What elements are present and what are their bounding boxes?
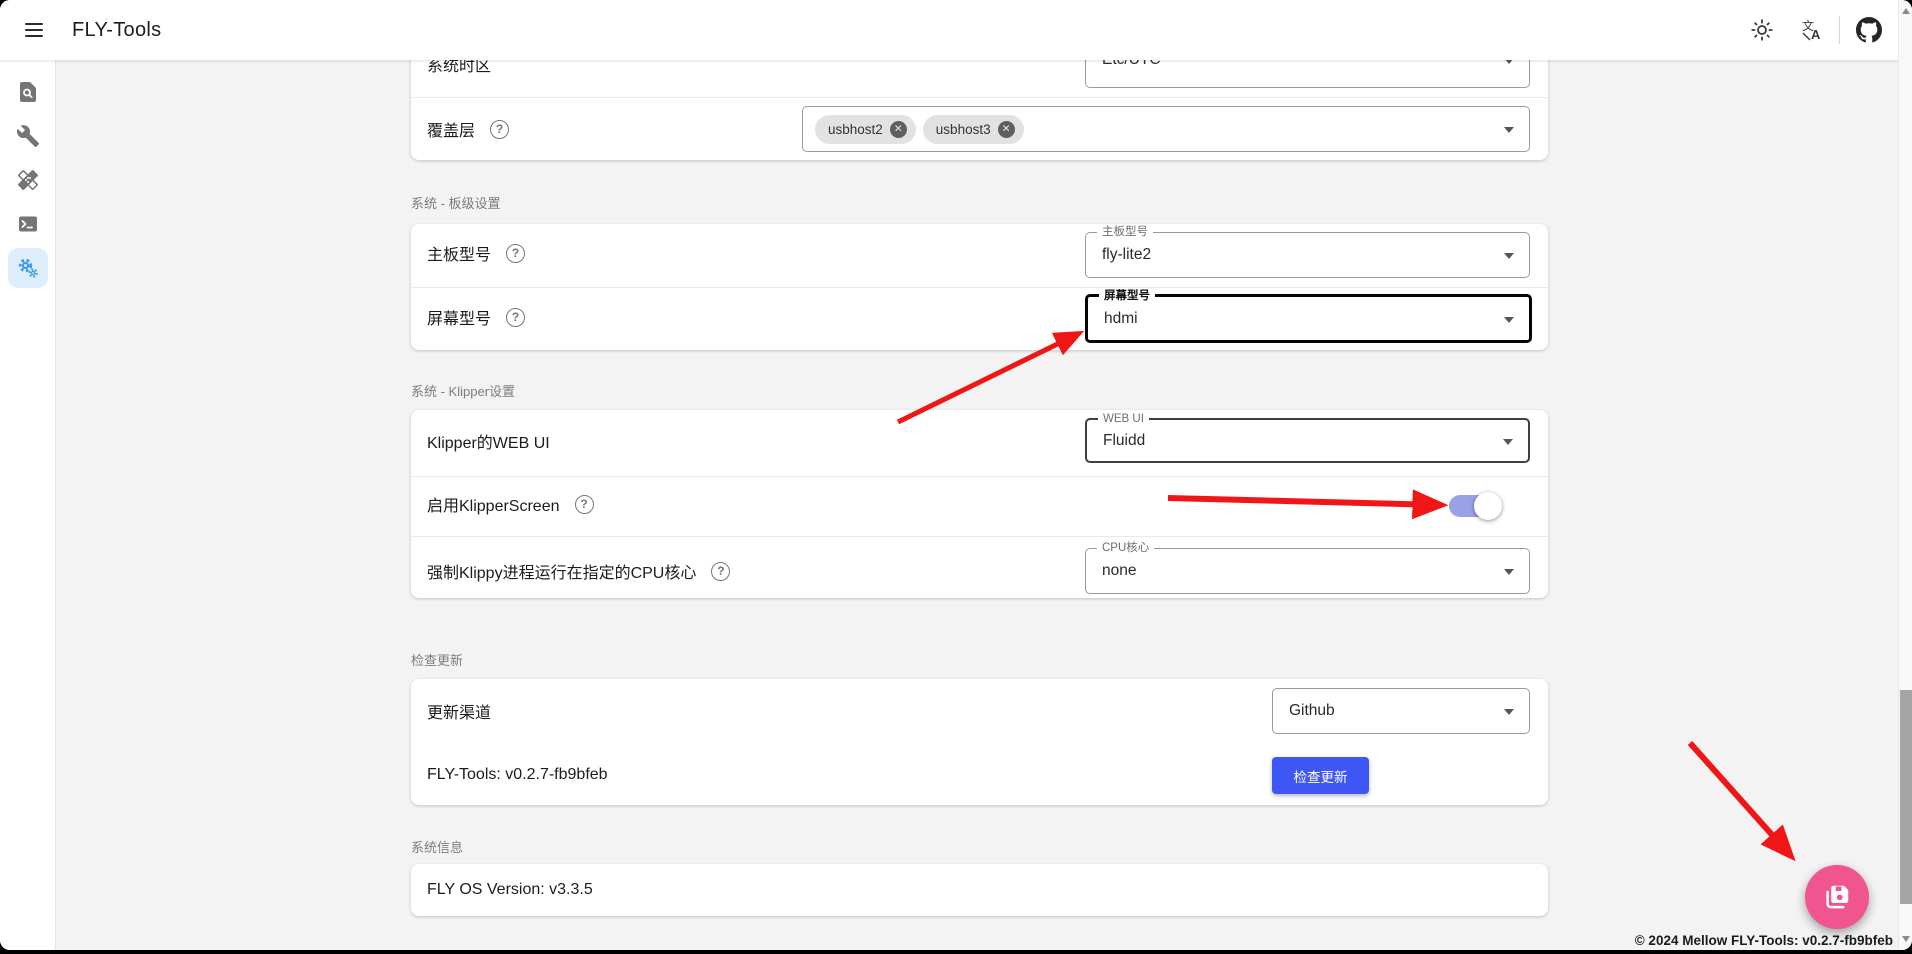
overlay-chip[interactable]: usbhost3 ✕: [923, 115, 1024, 144]
dropdown-arrow-icon: [1504, 709, 1514, 720]
overlay-label: 覆盖层 ?: [427, 118, 509, 140]
sidebar-item-settings[interactable]: [16, 256, 40, 280]
app-bar: FLY-Tools 文 A: [0, 0, 1898, 60]
help-icon[interactable]: ?: [506, 308, 525, 327]
annotation-arrow-fab: [1690, 743, 1790, 855]
help-icon[interactable]: ?: [490, 120, 509, 139]
app-window: FLY-Tools 文 A: [0, 0, 1912, 950]
update-channel-select[interactable]: Github: [1272, 688, 1530, 734]
section-title-board: 系统 - 板级设置: [411, 193, 501, 212]
update-channel-value: Github: [1289, 702, 1335, 720]
header-divider: [1839, 16, 1840, 44]
translate-icon: 文 A: [1801, 18, 1825, 42]
sidebar-item-tools[interactable]: [16, 124, 40, 148]
section-title-update: 检查更新: [411, 650, 463, 669]
cpu-core-select-value: none: [1102, 562, 1136, 580]
webui-select[interactable]: WEB UI Fluidd: [1085, 418, 1530, 463]
scrollbar-up-arrow[interactable]: [1902, 4, 1910, 14]
dropdown-arrow-icon: [1504, 127, 1514, 138]
check-update-button[interactable]: 检查更新: [1272, 757, 1369, 794]
dropdown-arrow-icon: [1504, 253, 1514, 264]
card-klipper-settings: Klipper的WEB UI WEB UI Fluidd 启用KlipperSc…: [411, 410, 1548, 598]
wrench-icon: [16, 124, 40, 148]
webui-label: Klipper的WEB UI: [427, 430, 550, 452]
sidebar-item-repair[interactable]: [16, 168, 40, 192]
sidebar: [0, 60, 56, 950]
dropdown-arrow-icon: [1503, 439, 1513, 450]
sidebar-item-terminal[interactable]: [16, 212, 40, 236]
github-button[interactable]: [1856, 17, 1882, 43]
app-title: FLY-Tools: [72, 0, 161, 60]
footer-copyright: © 2024 Mellow FLY-Tools: v0.2.7-fb9bfeb: [1635, 933, 1893, 948]
hamburger-icon: [25, 23, 43, 25]
os-version-label: FLY OS Version: v3.3.5: [427, 879, 593, 901]
help-icon[interactable]: ?: [575, 495, 594, 514]
find-in-page-icon: [16, 80, 40, 104]
klipperscreen-toggle[interactable]: [1449, 495, 1493, 517]
screen-select-value: hdmi: [1104, 310, 1138, 328]
webui-select-label: WEB UI: [1098, 412, 1149, 427]
toggle-thumb: [1474, 492, 1502, 520]
card-board-settings: 主板型号 ? 主板型号 fly-lite2 屏幕型号 ? 屏幕型号 hdmi: [411, 224, 1548, 350]
update-channel-label: 更新渠道: [427, 700, 491, 722]
section-title-info: 系统信息: [411, 837, 463, 856]
dropdown-arrow-icon: [1504, 569, 1514, 580]
scrollbar[interactable]: [1898, 0, 1912, 950]
cpu-core-select-label: CPU核心: [1097, 541, 1154, 556]
translate-button[interactable]: 文 A: [1801, 18, 1825, 42]
card-update: 更新渠道 Github FLY-Tools: v0.2.7-fb9bfeb 检查…: [411, 679, 1548, 805]
mainboard-select-label: 主板型号: [1097, 225, 1153, 240]
menu-button[interactable]: [22, 18, 46, 42]
cpu-core-select[interactable]: CPU核心 none: [1085, 548, 1530, 594]
terminal-icon: [16, 212, 40, 236]
svg-text:A: A: [1811, 27, 1821, 42]
mainboard-select-value: fly-lite2: [1102, 246, 1151, 264]
brightness-icon: [1750, 18, 1774, 42]
mainboard-label: 主板型号 ?: [427, 242, 525, 264]
help-icon[interactable]: ?: [506, 244, 525, 263]
chip-close-icon[interactable]: ✕: [890, 121, 907, 138]
webui-select-value: Fluidd: [1103, 432, 1145, 450]
section-title-klipper: 系统 - Klipper设置: [411, 381, 515, 400]
screen-select-label: 屏幕型号: [1099, 289, 1155, 304]
dropdown-arrow-icon: [1504, 317, 1514, 328]
scrollbar-thumb[interactable]: [1900, 690, 1912, 904]
overlay-select[interactable]: usbhost2 ✕ usbhost3 ✕: [802, 106, 1530, 152]
settings-gears-icon: [16, 256, 40, 280]
healing-icon: [16, 168, 40, 192]
flytools-version-label: FLY-Tools: v0.2.7-fb9bfeb: [427, 764, 608, 786]
card-system-info: FLY OS Version: v3.3.5: [411, 864, 1548, 916]
save-all-icon: [1822, 882, 1852, 912]
help-icon[interactable]: ?: [711, 562, 730, 581]
screen-label: 屏幕型号 ?: [427, 306, 525, 328]
cpu-core-label: 强制Klippy进程运行在指定的CPU核心 ?: [427, 560, 730, 582]
save-fab-button[interactable]: [1805, 865, 1869, 929]
overlay-chip[interactable]: usbhost2 ✕: [815, 115, 916, 144]
github-icon: [1856, 17, 1882, 43]
klipperscreen-label: 启用KlipperScreen ?: [427, 493, 594, 515]
sidebar-item-flash[interactable]: [16, 80, 40, 104]
scrollbar-down-arrow[interactable]: [1902, 936, 1910, 946]
theme-brightness-button[interactable]: [1750, 18, 1774, 42]
chip-close-icon[interactable]: ✕: [998, 121, 1015, 138]
screen-select[interactable]: 屏幕型号 hdmi: [1085, 294, 1532, 343]
mainboard-select[interactable]: 主板型号 fly-lite2: [1085, 232, 1530, 278]
